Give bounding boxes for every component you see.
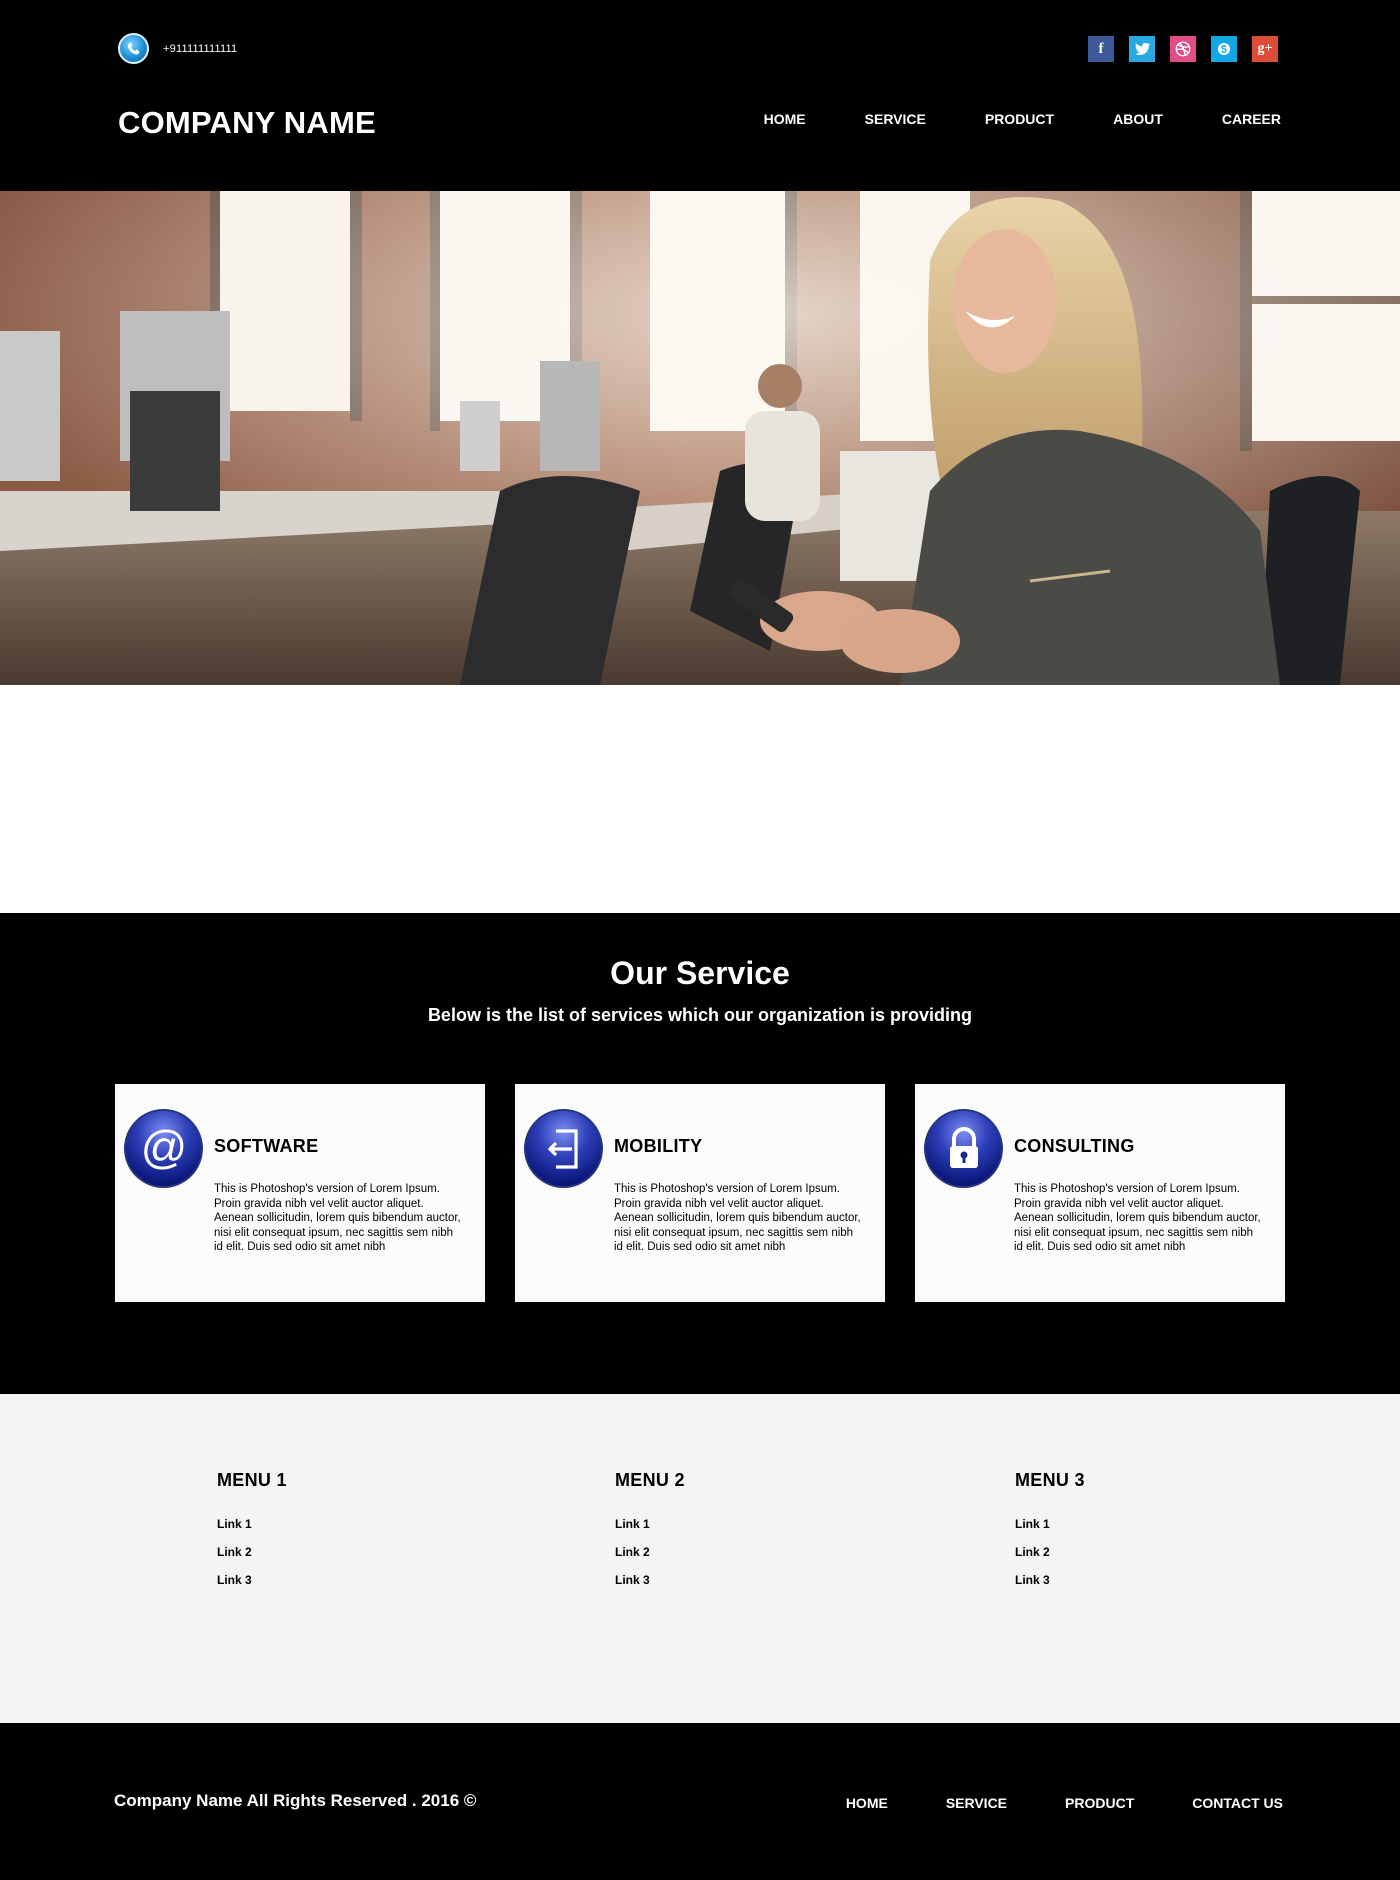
menu-column-1: MENU 1 Link 1 Link 2 Link 3: [217, 1470, 287, 1587]
sign-in-icon: [524, 1109, 603, 1188]
menu-column-2: MENU 2 Link 1 Link 2 Link 3: [615, 1470, 685, 1587]
service-card-title: CONSULTING: [1014, 1136, 1135, 1156]
service-card-text: This is Photoshop's version of Lorem Ips…: [214, 1183, 461, 1253]
menu-title: MENU 2: [615, 1470, 685, 1490]
menu-link[interactable]: Link 3: [615, 1573, 685, 1587]
hero-image: [0, 191, 1400, 685]
facebook-icon[interactable]: f: [1088, 36, 1114, 62]
padlock-icon: [924, 1109, 1003, 1188]
service-card-consulting[interactable]: CONSULTING This is Photoshop's version o…: [915, 1084, 1285, 1302]
nav-about[interactable]: ABOUT: [1113, 111, 1163, 127]
services-title: Our Service: [610, 955, 790, 991]
dribbble-icon[interactable]: [1170, 36, 1196, 62]
footer-nav-contact-us[interactable]: CONTACT US: [1192, 1795, 1283, 1811]
nav-service[interactable]: SERVICE: [865, 111, 926, 127]
menu-link[interactable]: Link 2: [615, 1545, 685, 1559]
social-links: f g+: [1088, 36, 1278, 62]
menu-link[interactable]: Link 1: [1015, 1517, 1085, 1531]
service-card-title: SOFTWARE: [214, 1136, 319, 1156]
site-header: +911111111111 f g+ COMPANY NAME HOME SER…: [0, 0, 1400, 191]
menu-title: MENU 3: [1015, 1470, 1085, 1490]
menu-link[interactable]: Link 3: [217, 1573, 287, 1587]
at-sign-icon: @: [124, 1109, 203, 1188]
nav-product[interactable]: PRODUCT: [985, 111, 1054, 127]
menu-link[interactable]: Link 1: [615, 1517, 685, 1531]
menu-link[interactable]: Link 1: [217, 1517, 287, 1531]
service-card-title: MOBILITY: [614, 1136, 703, 1156]
nav-home[interactable]: HOME: [764, 111, 806, 127]
menu-link[interactable]: Link 2: [217, 1545, 287, 1559]
phone-number: +911111111111: [163, 42, 238, 55]
services-section: Our Service Below is the list of service…: [0, 913, 1400, 1394]
copyright-text: Company Name All Rights Reserved . 2016 …: [114, 1791, 477, 1810]
footer-nav-home[interactable]: HOME: [846, 1795, 888, 1811]
footer-menus: MENU 1 Link 1 Link 2 Link 3 MENU 2 Link …: [0, 1394, 1400, 1723]
footer-nav-service[interactable]: SERVICE: [946, 1795, 1007, 1811]
menu-link[interactable]: Link 2: [1015, 1545, 1085, 1559]
nav-career[interactable]: CAREER: [1222, 111, 1281, 127]
svg-text:@: @: [140, 1123, 187, 1173]
twitter-icon[interactable]: [1129, 36, 1155, 62]
service-card-mobility[interactable]: MOBILITY This is Photoshop's version of …: [515, 1084, 885, 1302]
service-card-software[interactable]: @ SOFTWARE This is Photoshop's version o…: [115, 1084, 485, 1302]
menu-link[interactable]: Link 3: [1015, 1573, 1085, 1587]
hero-banner: [0, 191, 1400, 685]
company-logo[interactable]: COMPANY NAME: [118, 105, 376, 141]
menu-title: MENU 1: [217, 1470, 287, 1490]
skype-icon[interactable]: [1211, 36, 1237, 62]
services-subtitle: Below is the list of services which our …: [427, 1005, 973, 1025]
main-nav: HOME SERVICE PRODUCT ABOUT CAREER: [764, 111, 1281, 127]
service-card-text: This is Photoshop's version of Lorem Ips…: [1014, 1183, 1261, 1253]
site-footer: Company Name All Rights Reserved . 2016 …: [0, 1723, 1400, 1880]
phone-icon: [118, 33, 149, 64]
google-plus-icon[interactable]: g+: [1252, 36, 1278, 62]
service-card-text: This is Photoshop's version of Lorem Ips…: [614, 1183, 861, 1253]
menu-column-3: MENU 3 Link 1 Link 2 Link 3: [1015, 1470, 1085, 1587]
footer-nav-product[interactable]: PRODUCT: [1065, 1795, 1134, 1811]
phone-contact: +911111111111: [118, 33, 237, 64]
footer-nav: HOME SERVICE PRODUCT CONTACT US: [846, 1795, 1283, 1811]
